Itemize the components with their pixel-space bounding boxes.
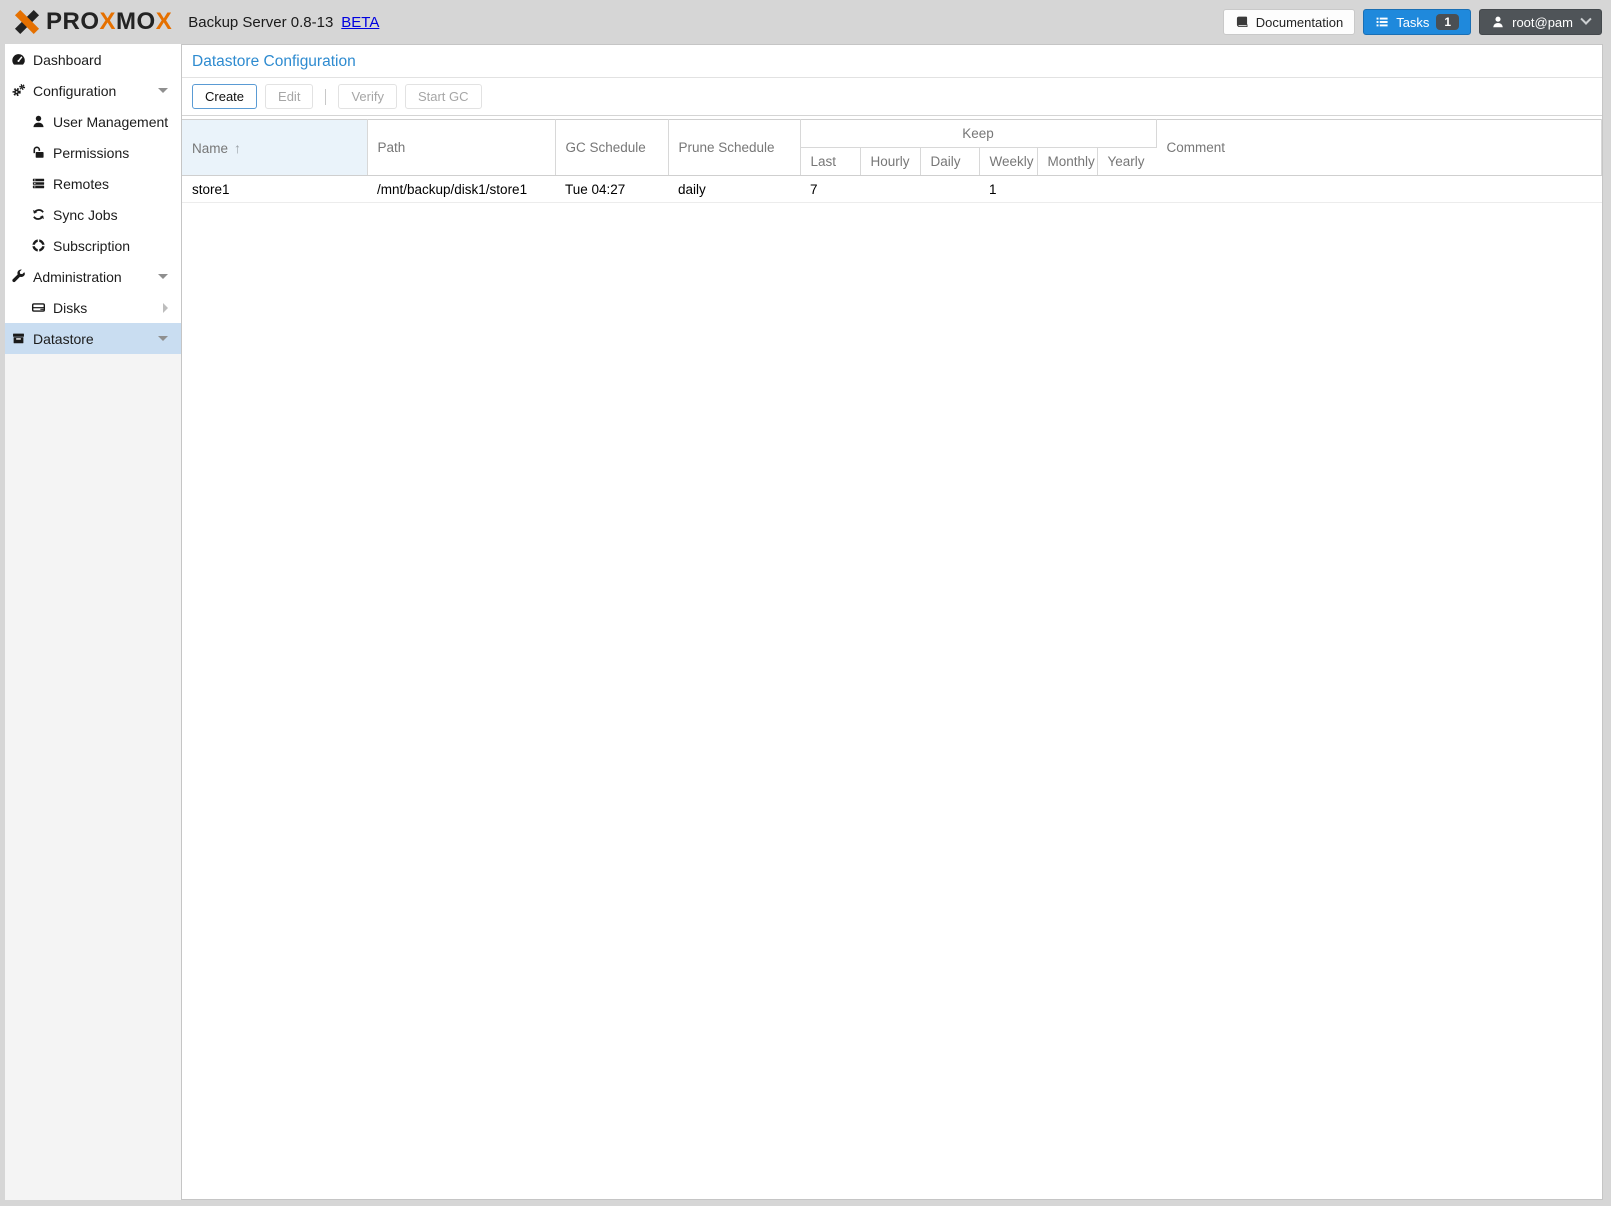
book-icon <box>1235 15 1249 29</box>
page-title: Datastore Configuration <box>182 45 1602 78</box>
sort-ascending-icon: ↑ <box>234 140 241 156</box>
datastore-icon <box>11 331 26 346</box>
column-header-comment[interactable]: Comment <box>1156 120 1602 176</box>
column-header-path[interactable]: Path <box>367 120 555 176</box>
user-icon <box>1491 15 1505 29</box>
cell-keep-monthly <box>1037 176 1097 203</box>
toolbar: Create Edit Verify Start GC <box>182 78 1602 116</box>
column-group-keep: Keep <box>800 120 1156 148</box>
sidebar-item-label: Disks <box>53 300 87 316</box>
column-header-keep-yearly[interactable]: Yearly <box>1097 148 1156 176</box>
column-header-prune-schedule[interactable]: Prune Schedule <box>668 120 800 176</box>
sidebar-menu: Dashboard Configuration <box>5 44 181 354</box>
column-header-keep-hourly[interactable]: Hourly <box>860 148 920 176</box>
topbar-actions: Documentation Tasks 1 root@pam <box>1223 9 1602 35</box>
start-gc-button[interactable]: Start GC <box>405 84 482 109</box>
sidebar-item-label: Datastore <box>33 331 94 347</box>
product-version-label: Backup Server 0.8-13 <box>188 14 333 31</box>
cell-path: /mnt/backup/disk1/store1 <box>367 176 555 203</box>
tasks-button[interactable]: Tasks 1 <box>1363 9 1471 35</box>
tasks-count-badge: 1 <box>1436 14 1459 30</box>
column-header-keep-monthly[interactable]: Monthly <box>1037 148 1097 176</box>
sidebar-item-remotes[interactable]: Remotes <box>5 168 181 199</box>
documentation-button[interactable]: Documentation <box>1223 9 1355 35</box>
column-header-keep-weekly[interactable]: Weekly <box>979 148 1037 176</box>
tasks-label: Tasks <box>1396 15 1429 30</box>
main-panel: Datastore Configuration Create Edit Veri… <box>181 44 1603 1200</box>
sidebar-item-dashboard[interactable]: Dashboard <box>5 44 181 75</box>
chevron-down-icon[interactable] <box>158 336 168 341</box>
user-label: root@pam <box>1512 15 1573 30</box>
sidebar-item-user-management[interactable]: User Management <box>5 106 181 137</box>
proxmox-logo: PROXMOX <box>12 7 172 37</box>
sidebar-item-administration[interactable]: Administration <box>5 261 181 292</box>
remotes-icon <box>31 176 46 191</box>
sidebar-item-label: Dashboard <box>33 52 102 68</box>
sidebar-item-label: Remotes <box>53 176 109 192</box>
cell-prune-schedule: daily <box>668 176 800 203</box>
toolbar-separator <box>325 89 326 105</box>
cell-keep-yearly <box>1097 176 1156 203</box>
beta-link[interactable]: BETA <box>341 14 379 31</box>
sidebar-item-label: Subscription <box>53 238 130 254</box>
sidebar-item-label: Sync Jobs <box>53 207 118 223</box>
proxmox-x-icon <box>12 7 42 37</box>
datastore-grid: Name↑ Path GC Schedule Prune Schedule Ke… <box>182 119 1602 203</box>
chevron-down-icon[interactable] <box>158 88 168 93</box>
sidebar-item-disks[interactable]: Disks <box>5 292 181 323</box>
lifering-icon <box>31 238 46 253</box>
documentation-label: Documentation <box>1256 15 1343 30</box>
cell-keep-daily <box>920 176 979 203</box>
column-header-keep-daily[interactable]: Daily <box>920 148 979 176</box>
chevron-down-icon[interactable] <box>158 274 168 279</box>
dashboard-icon <box>11 52 26 67</box>
sidebar-item-datastore[interactable]: Datastore <box>5 323 181 354</box>
cell-name: store1 <box>182 176 367 203</box>
user-menu-button[interactable]: root@pam <box>1479 9 1602 35</box>
gears-icon <box>11 83 26 98</box>
hard-disk-icon <box>31 300 46 315</box>
cell-comment <box>1156 176 1602 203</box>
task-list-icon <box>1375 15 1389 29</box>
cell-keep-hourly <box>860 176 920 203</box>
cell-gc-schedule: Tue 04:27 <box>555 176 668 203</box>
sidebar-item-configuration[interactable]: Configuration <box>5 75 181 106</box>
datastore-row-store1[interactable]: store1 /mnt/backup/disk1/store1 Tue 04:2… <box>182 176 1602 203</box>
edit-button[interactable]: Edit <box>265 84 313 109</box>
wrench-icon <box>11 269 26 284</box>
column-header-name[interactable]: Name↑ <box>182 120 367 176</box>
chevron-right-icon[interactable] <box>163 303 168 313</box>
sidebar-item-sync-jobs[interactable]: Sync Jobs <box>5 199 181 230</box>
cell-keep-weekly: 1 <box>979 176 1037 203</box>
sidebar-item-label: Permissions <box>53 145 129 161</box>
sidebar: Dashboard Configuration <box>5 44 181 1200</box>
brand-wordmark: PROXMOX <box>46 8 172 36</box>
top-bar: PROXMOX Backup Server 0.8-13 BETA Docume… <box>0 0 1611 44</box>
sidebar-item-label: User Management <box>53 114 168 130</box>
sync-icon <box>31 207 46 222</box>
chevron-down-icon <box>1580 14 1591 25</box>
user-icon <box>31 114 46 129</box>
verify-button[interactable]: Verify <box>338 84 397 109</box>
column-header-gc-schedule[interactable]: GC Schedule <box>555 120 668 176</box>
sidebar-item-label: Configuration <box>33 83 116 99</box>
sidebar-item-label: Administration <box>33 269 122 285</box>
cell-keep-last: 7 <box>800 176 860 203</box>
create-button[interactable]: Create <box>192 84 257 109</box>
column-header-keep-last[interactable]: Last <box>800 148 860 176</box>
unlock-icon <box>31 145 46 160</box>
sidebar-item-subscription[interactable]: Subscription <box>5 230 181 261</box>
proxmox-backup-server-page: PROXMOX Backup Server 0.8-13 BETA Docume… <box>0 0 1611 1206</box>
sidebar-item-permissions[interactable]: Permissions <box>5 137 181 168</box>
content-area: Dashboard Configuration <box>5 44 1603 1200</box>
